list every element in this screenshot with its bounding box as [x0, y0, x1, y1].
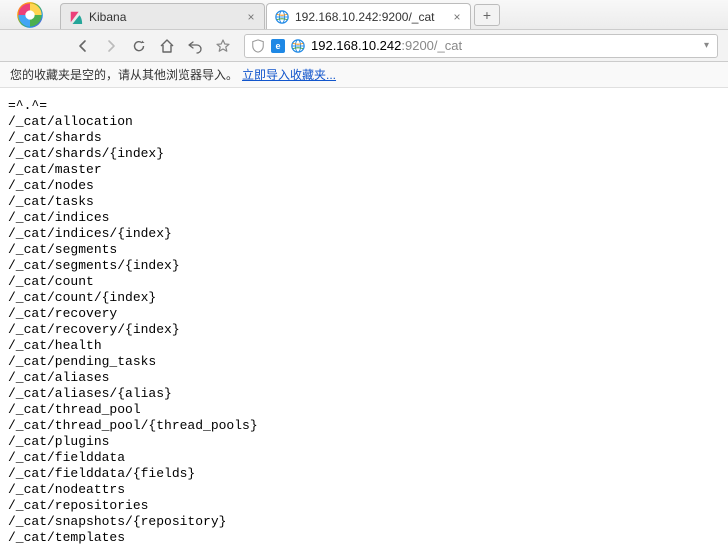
response-body: =^.^= /_cat/allocation /_cat/shards /_ca… — [0, 88, 728, 556]
close-icon[interactable]: × — [244, 10, 258, 24]
home-icon — [159, 38, 175, 54]
address-text: 192.168.10.242:9200/_cat — [311, 38, 696, 53]
undo-icon — [187, 38, 203, 54]
chevron-left-icon — [75, 38, 91, 54]
bookmarks-empty-text: 您的收藏夹是空的，请从其他浏览器导入。 — [10, 66, 238, 83]
nav-toolbar: e 192.168.10.242:9200/_cat ▾ — [0, 30, 728, 62]
close-icon[interactable]: × — [450, 10, 464, 24]
tab-kibana[interactable]: Kibana × — [60, 3, 265, 29]
home-button[interactable] — [154, 34, 180, 58]
shield-icon — [251, 39, 265, 53]
forward-button[interactable] — [98, 34, 124, 58]
titlebar: Kibana × 192.168.10.242:9200/_cat × + — [0, 0, 728, 30]
tab-title: Kibana — [89, 10, 238, 24]
reload-icon — [131, 38, 147, 54]
bookmarks-bar: 您的收藏夹是空的，请从其他浏览器导入。 立即导入收藏夹... — [0, 62, 728, 88]
import-bookmarks-link[interactable]: 立即导入收藏夹... — [242, 66, 336, 83]
address-path: :9200/_cat — [401, 38, 462, 53]
address-dropdown-icon[interactable]: ▾ — [702, 40, 711, 51]
app-icon-wrap — [0, 0, 60, 29]
tab-cat-api[interactable]: 192.168.10.242:9200/_cat × — [266, 3, 471, 29]
star-icon — [215, 38, 231, 54]
new-tab-button[interactable]: + — [474, 4, 500, 26]
site-favicon-icon — [291, 39, 305, 53]
star-button[interactable] — [210, 34, 236, 58]
tab-strip: Kibana × 192.168.10.242:9200/_cat × + — [60, 0, 728, 29]
address-bar[interactable]: e 192.168.10.242:9200/_cat ▾ — [244, 34, 718, 58]
chevron-right-icon — [103, 38, 119, 54]
kibana-favicon-icon — [69, 10, 83, 24]
browser-app-icon — [16, 1, 44, 29]
back-button[interactable] — [70, 34, 96, 58]
reload-button[interactable] — [126, 34, 152, 58]
address-host: 192.168.10.242 — [311, 38, 401, 53]
tab-title: 192.168.10.242:9200/_cat — [295, 10, 444, 24]
undo-button[interactable] — [182, 34, 208, 58]
ie-mode-icon: e — [271, 39, 285, 53]
globe-favicon-icon — [275, 10, 289, 24]
